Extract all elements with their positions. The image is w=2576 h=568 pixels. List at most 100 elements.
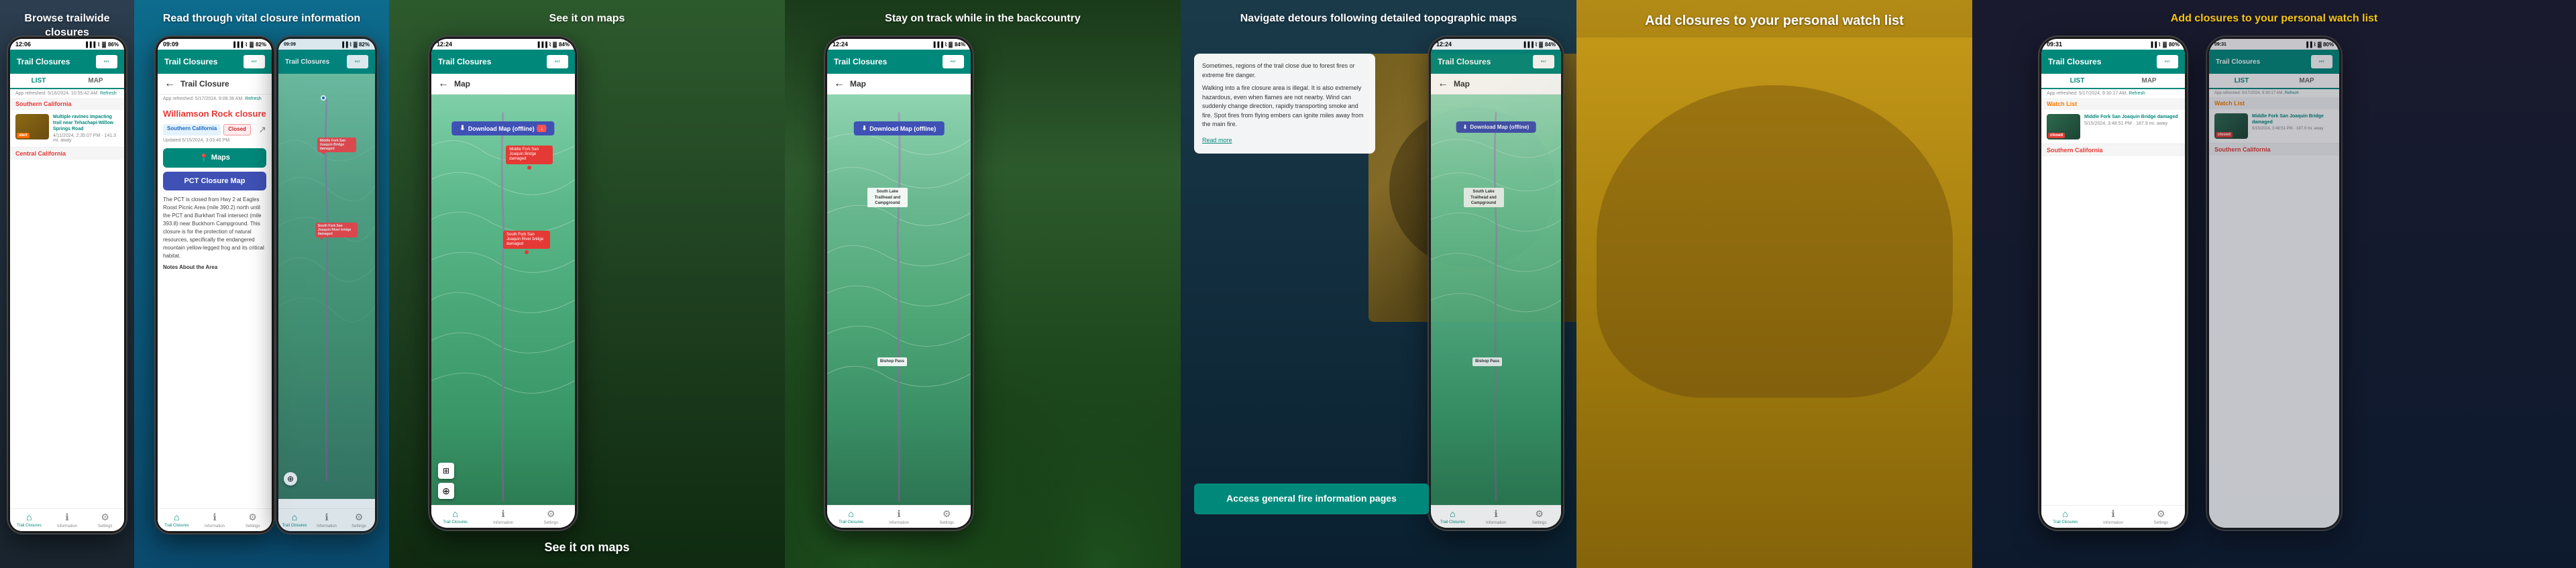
back-arrow[interactable]: ← — [164, 78, 175, 90]
app-header-2: Trail Closures PCT — [158, 50, 272, 74]
tab-map-7[interactable]: MAP — [2113, 74, 2185, 88]
section-southern-ca: Southern California — [10, 98, 124, 110]
panel3-heading: See it on maps — [389, 0, 785, 34]
see-it-caption: See it on maps — [389, 541, 785, 555]
panel-maps: See it on maps 12:24 ▐▐▐ ⌇ ▓ 84% Trail C… — [389, 0, 785, 568]
nav-tc-3[interactable]: ⌂ Trail Closures — [431, 508, 479, 525]
bottom-nav-7: ⌂ Trail Closures ℹ Information ⚙ Setting… — [2041, 505, 2185, 528]
status-bar-2b: 09:09 ▐▐ ⌇ ▓ 82% — [278, 39, 375, 50]
people-shape — [1597, 85, 1953, 398]
list-item[interactable]: alert Multiple ravines impacting trail n… — [10, 110, 124, 148]
topo-contours — [431, 95, 575, 519]
app-header-5: Trail Closures PCT — [1431, 50, 1561, 74]
nav-info-5[interactable]: ℹ Information — [1474, 508, 1518, 525]
item-title-7: Middle Fork San Joaquin Bridge damaged — [2084, 114, 2180, 120]
nav-settings-3[interactable]: ⚙ Settings — [527, 508, 575, 525]
nav-settings-5[interactable]: ⚙ Settings — [1517, 508, 1561, 525]
nav-settings-4[interactable]: ⚙ Settings — [923, 508, 971, 525]
nav-information-2[interactable]: ℹ Information — [196, 512, 234, 528]
bottom-nav-4: ⌂ Trail Closures ℹ Information ⚙ Setting… — [827, 505, 971, 528]
app-header-3: Trail Closures PCT — [431, 50, 575, 74]
panel7-title: Add closures to your personal watch list — [1983, 12, 2565, 26]
read-more-link[interactable]: Read more — [1202, 137, 1232, 144]
loc-label-5b: Bishop Pass — [1472, 357, 1502, 365]
nav-tc-7[interactable]: ⌂ Trail Closures — [2041, 508, 2089, 525]
nav-info-3[interactable]: ℹ Information — [479, 508, 527, 525]
app-title-7: Trail Closures — [2048, 57, 2101, 66]
nav-information[interactable]: ℹ Information — [48, 512, 87, 528]
item-content: Multiple ravines impacting trail near Te… — [53, 114, 119, 143]
watchlist-item-1[interactable]: closed Middle Fork San Joaquin Bridge da… — [2041, 110, 2185, 144]
home-icon-3: ⌂ — [452, 508, 458, 519]
nav-settings-2[interactable]: ⚙ Settings — [233, 512, 272, 528]
map-pin-3b: South Fork San Joaquin River bridge dama… — [503, 231, 550, 249]
closed-badge-7: closed — [2048, 133, 2065, 138]
nav-settings-map[interactable]: ⚙ Settings — [343, 512, 375, 528]
refresh-link-7[interactable]: Refresh — [2129, 91, 2145, 96]
info-icon-2: ℹ — [213, 512, 216, 523]
refresh-text-2: App refreshed: 5/17/2024, 9:08:36 AM. Re… — [158, 95, 272, 103]
map-back-arrow[interactable]: ← — [438, 78, 449, 90]
download-map-button[interactable]: ⬇ Download Map (offline) ↓ — [451, 121, 554, 135]
fire-desc-text: Sometimes, regions of the trail close du… — [1202, 62, 1367, 80]
bottom-nav: ⌂ Trail Closures ℹ Information ⚙ Setting… — [10, 508, 124, 531]
nav-info-4[interactable]: ℹ Information — [875, 508, 922, 525]
info-icon-3: ℹ — [501, 508, 504, 520]
panel-browse-closures: Browse trailwide closures 12:06 ▐▐▐ ⌇ ▓ … — [0, 0, 134, 568]
app-header-4: Trail Closures PCT — [827, 50, 971, 74]
watchlist-header: Watch List — [2041, 98, 2185, 110]
panel4-heading: Stay on track while in the backcountry — [785, 0, 1181, 34]
back-title: Trail Closure — [180, 79, 229, 89]
app-logo-3: PCT — [547, 55, 568, 68]
tab-list-7[interactable]: LIST — [2041, 74, 2113, 89]
item-title: Multiple ravines impacting trail near Te… — [53, 114, 119, 132]
status-bar-7: 09:31 ▐▐ ⌇ ▓ 80% — [2041, 39, 2185, 50]
download-btn-5[interactable]: ⬇ Download Map (offline) — [1456, 121, 1536, 133]
nav-tc-5[interactable]: ⌂ Trail Closures — [1431, 508, 1474, 525]
nav-info-map[interactable]: ℹ Information — [311, 512, 343, 528]
bottom-nav-map: ⌂ Trail Closures ℹ Information ⚙ Setting… — [278, 508, 375, 531]
location-button[interactable]: ⊕ — [284, 472, 297, 486]
nav-trail-closures[interactable]: ⌂ Trail Closures — [10, 512, 48, 528]
home-icon-2: ⌂ — [174, 512, 179, 522]
map-title-4: Map — [850, 79, 866, 89]
map-pin-3a: Middle Fork San Joaquin Bridge damaged — [506, 146, 553, 164]
tab-map-7b[interactable]: MAP — [2274, 74, 2339, 88]
watchlist-item-2b[interactable]: closed Middle Fork San Joaquin Bridge da… — [2209, 109, 2339, 144]
nav-info-7[interactable]: ℹ Information — [2089, 508, 2137, 525]
tag-region: Southern California — [163, 124, 221, 135]
download-btn-4[interactable]: ⬇ Download Map (offline) — [854, 121, 945, 135]
back-arrow-4[interactable]: ← — [834, 78, 845, 90]
item-content-7: Middle Fork San Joaquin Bridge damaged 5… — [2084, 114, 2180, 139]
download-icon: ⬇ — [460, 125, 465, 132]
gear-icon-2: ⚙ — [248, 512, 257, 523]
tag-closed: Closed — [223, 124, 251, 135]
status-icons-3: ▐▐▐ ⌇ ▓ 84% — [536, 42, 570, 48]
maps-button[interactable]: 📍 Maps — [163, 148, 266, 168]
home-icon: ⌂ — [26, 512, 32, 522]
status-icons-4: ▐▐▐ ⌇ ▓ 84% — [932, 42, 965, 48]
tab-map[interactable]: MAP — [67, 74, 124, 88]
panel6-heading: Add closures to your personal watch list — [1576, 0, 1972, 38]
item-thumbnail: alert — [15, 114, 49, 139]
panel5-heading: Navigate detours following detailed topo… — [1181, 0, 1576, 34]
tab-list-7b[interactable]: LIST — [2209, 74, 2274, 89]
nav-trail-closures-2[interactable]: ⌂ Trail Closures — [158, 512, 196, 528]
nav-settings-7[interactable]: ⚙ Settings — [2137, 508, 2185, 525]
nav-tc-map[interactable]: ⌂ Trail Closures — [278, 512, 311, 528]
map-pin-2: South Fork San Joaquin River bridge dama… — [315, 223, 358, 237]
layers-button[interactable]: ⊞ — [438, 463, 454, 479]
pin-dot-2 — [525, 250, 529, 254]
map-area-5: ⬇ Download Map (offline) South Lake Trai… — [1431, 95, 1561, 519]
nav-settings[interactable]: ⚙ Settings — [86, 512, 124, 528]
pct-closure-button[interactable]: PCT Closure Map — [163, 172, 266, 190]
locate-button[interactable]: ⊕ — [438, 483, 454, 499]
home-icon-4: ⌂ — [848, 508, 853, 519]
pin-container-1: Middle Fork San Joaquin Bridge damaged — [506, 146, 553, 170]
refresh-link[interactable]: Refresh — [100, 91, 117, 96]
app-logo: PCT — [96, 55, 117, 68]
tab-list[interactable]: LIST — [10, 74, 67, 89]
refresh-link-2[interactable]: Refresh — [245, 97, 262, 101]
nav-tc-4[interactable]: ⌂ Trail Closures — [827, 508, 875, 525]
share-icon[interactable]: ↗ — [258, 124, 266, 135]
